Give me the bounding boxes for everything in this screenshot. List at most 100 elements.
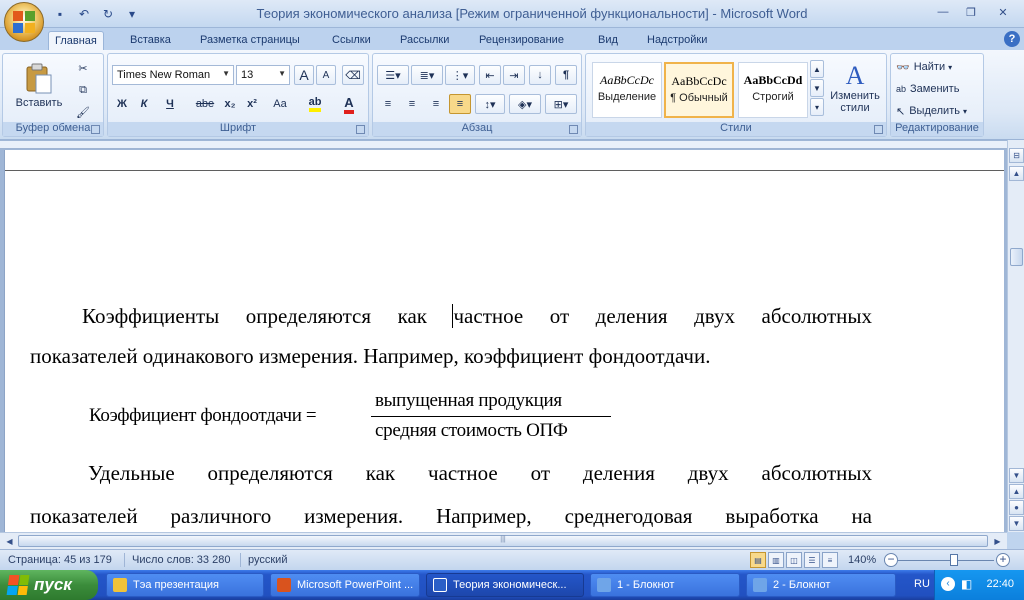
- numbering-icon[interactable]: ≣▾: [411, 65, 443, 85]
- font-dialog-launcher[interactable]: [356, 125, 365, 134]
- input-language[interactable]: RU: [914, 578, 930, 590]
- taskbar-item-word[interactable]: Теория экономическ...: [426, 573, 584, 597]
- tab-review[interactable]: Рецензирование: [473, 31, 570, 50]
- language-indicator[interactable]: русский: [248, 554, 287, 566]
- superscript-button[interactable]: x²: [242, 94, 262, 114]
- styles-scroll-up-icon[interactable]: ▲: [810, 60, 824, 78]
- taskbar-item-folder[interactable]: Тэа презентация: [106, 573, 264, 597]
- decrease-indent-icon[interactable]: ⇤: [479, 65, 501, 85]
- save-icon[interactable]: ▪: [50, 5, 70, 23]
- shrink-font-button[interactable]: A: [316, 65, 336, 85]
- style-normal[interactable]: AaBbCcDc ¶ Обычный: [664, 62, 734, 118]
- tab-references[interactable]: Ссылки: [326, 31, 377, 50]
- volume-icon[interactable]: ◧: [961, 577, 972, 591]
- draft-view-icon[interactable]: ≡: [822, 552, 838, 568]
- format-painter-icon[interactable]: 🖌: [73, 102, 93, 122]
- document-page[interactable]: Коэффициенты определяются как частное от…: [4, 150, 1004, 532]
- highlight-icon[interactable]: ab: [300, 94, 330, 114]
- align-right-icon[interactable]: ≡: [425, 94, 447, 114]
- taskbar-item-notepad-1[interactable]: 1 - Блокнот: [590, 573, 740, 597]
- zoom-level[interactable]: 140%: [848, 554, 876, 566]
- page-indicator[interactable]: Страница: 45 из 179: [8, 554, 112, 566]
- replace-button[interactable]: ab Заменить: [895, 79, 981, 99]
- zoom-out-icon[interactable]: −: [884, 553, 898, 567]
- scroll-up-icon[interactable]: ▲: [1009, 166, 1024, 181]
- zoom-slider-track[interactable]: [898, 560, 994, 561]
- change-case-button[interactable]: Aa: [264, 94, 296, 114]
- increase-indent-icon[interactable]: ⇥: [503, 65, 525, 85]
- show-marks-button[interactable]: ¶: [555, 65, 577, 85]
- bold-button[interactable]: Ж: [112, 94, 132, 114]
- scroll-right-icon[interactable]: ▶: [990, 534, 1005, 548]
- change-styles-button[interactable]: A Изменить стили: [826, 58, 884, 118]
- word-count[interactable]: Число слов: 33 280: [132, 554, 230, 566]
- paragraph-2-line-1[interactable]: Удельные определяются как частное от дел…: [88, 461, 872, 486]
- bullets-icon[interactable]: ☰▾: [377, 65, 409, 85]
- clear-formatting-icon[interactable]: ⌫: [342, 65, 364, 85]
- sort-icon[interactable]: ↓: [529, 65, 551, 85]
- styles-more-icon[interactable]: ▾: [810, 98, 824, 116]
- font-color-icon[interactable]: A: [334, 94, 364, 114]
- tray-expand-icon[interactable]: ‹: [941, 577, 955, 591]
- style-strong[interactable]: AaBbCcDd Строгий: [738, 62, 808, 118]
- vertical-scrollbar[interactable]: ⊟ ▲ ▼ ▲ ● ▼: [1007, 140, 1024, 532]
- tab-insert[interactable]: Вставка: [124, 31, 177, 50]
- tab-view[interactable]: Вид: [592, 31, 624, 50]
- vertical-scroll-thumb[interactable]: [1010, 248, 1023, 266]
- clipboard-dialog-launcher[interactable]: [91, 125, 100, 134]
- zoom-in-icon[interactable]: +: [996, 553, 1010, 567]
- horizontal-scrollbar[interactable]: ◀ ||| ▶: [0, 532, 1007, 549]
- style-emphasis[interactable]: AaBbCcDc Выделение: [592, 62, 662, 118]
- paragraph-1-line-2[interactable]: показателей одинакового измерения. Напри…: [30, 344, 830, 369]
- shading-icon[interactable]: ◈▾: [509, 94, 541, 114]
- select-button[interactable]: ↖ Выделить ▾: [895, 101, 981, 121]
- styles-scroll-down-icon[interactable]: ▼: [810, 79, 824, 97]
- full-screen-reading-icon[interactable]: ▥: [768, 552, 784, 568]
- horizontal-scroll-thumb[interactable]: |||: [18, 535, 988, 547]
- tab-home[interactable]: Главная: [48, 31, 104, 50]
- borders-icon[interactable]: ⊞▾: [545, 94, 577, 114]
- browse-object-icon[interactable]: ●: [1009, 500, 1024, 515]
- customize-qat-icon[interactable]: ▾: [122, 5, 142, 23]
- zoom-slider-thumb[interactable]: [950, 554, 958, 566]
- strikethrough-button[interactable]: abe: [192, 94, 218, 114]
- grow-font-button[interactable]: A: [294, 65, 314, 85]
- ruler[interactable]: [0, 141, 1007, 149]
- paragraph-2-line-2[interactable]: показателей различного измерения. Наприм…: [30, 504, 872, 529]
- find-button[interactable]: 👓 Найти ▾: [895, 57, 981, 77]
- start-button[interactable]: пуск: [0, 570, 98, 600]
- close-button[interactable]: ✕: [986, 3, 1020, 21]
- justify-icon[interactable]: ≡: [449, 94, 471, 114]
- paste-button[interactable]: Вставить: [9, 58, 69, 114]
- underline-button[interactable]: Ч: [156, 94, 184, 114]
- italic-button[interactable]: К: [134, 94, 154, 114]
- cut-icon[interactable]: ✂: [73, 58, 93, 78]
- align-left-icon[interactable]: ≡: [377, 94, 399, 114]
- paragraph-1-line-1[interactable]: Коэффициенты определяются как частное от…: [82, 304, 872, 329]
- tab-mailings[interactable]: Рассылки: [394, 31, 455, 50]
- scroll-down-icon[interactable]: ▼: [1009, 468, 1024, 483]
- paragraph-dialog-launcher[interactable]: [569, 125, 578, 134]
- next-page-icon[interactable]: ▼: [1009, 516, 1024, 531]
- font-size-combo[interactable]: 13 ▼: [236, 65, 290, 85]
- line-spacing-icon[interactable]: ↕▾: [475, 94, 505, 114]
- redo-icon[interactable]: ↻: [98, 5, 118, 23]
- undo-icon[interactable]: ↶: [74, 5, 94, 23]
- print-layout-view-icon[interactable]: ▤: [750, 552, 766, 568]
- styles-dialog-launcher[interactable]: [874, 125, 883, 134]
- align-center-icon[interactable]: ≡: [401, 94, 423, 114]
- tab-page-layout[interactable]: Разметка страницы: [194, 31, 306, 50]
- minimize-button[interactable]: —: [930, 3, 956, 21]
- restore-button[interactable]: ❐: [958, 3, 984, 21]
- taskbar-item-notepad-2[interactable]: 2 - Блокнот: [746, 573, 896, 597]
- subscript-button[interactable]: x₂: [220, 94, 240, 114]
- help-icon[interactable]: ?: [1004, 31, 1020, 47]
- clock[interactable]: 22:40: [986, 578, 1014, 590]
- ruler-toggle-icon[interactable]: ⊟: [1009, 148, 1024, 163]
- copy-icon[interactable]: ⧉: [73, 80, 93, 100]
- scroll-left-icon[interactable]: ◀: [2, 534, 17, 548]
- multilevel-list-icon[interactable]: ⋮▾: [445, 65, 475, 85]
- office-button[interactable]: [4, 2, 44, 42]
- tab-addins[interactable]: Надстройки: [641, 31, 713, 50]
- font-name-combo[interactable]: Times New Roman ▼: [112, 65, 234, 85]
